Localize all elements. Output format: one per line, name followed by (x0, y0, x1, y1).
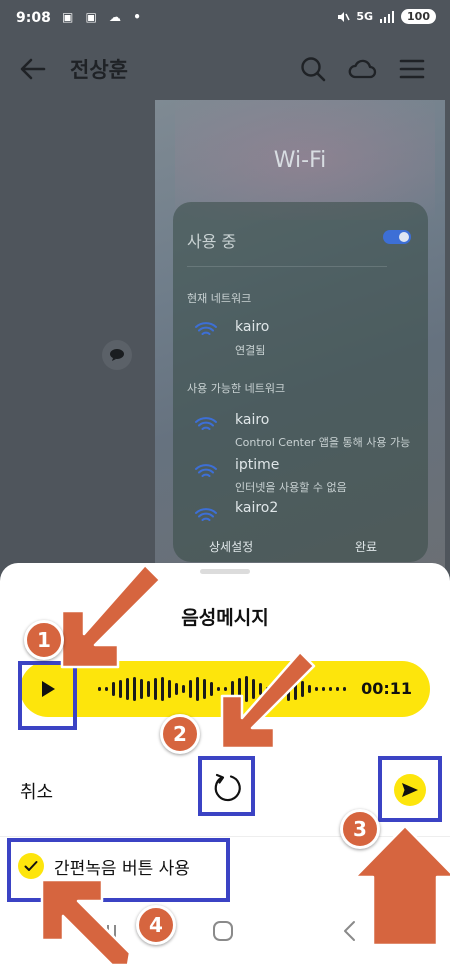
annotation-arrows (40, 563, 450, 965)
arrow-4 (40, 878, 132, 965)
annotation-badge: 1 (24, 620, 64, 660)
annotation-badge: 4 (136, 905, 176, 945)
annotation-badge: 3 (340, 809, 380, 849)
arrow-2 (220, 650, 316, 750)
arrow-1 (60, 563, 162, 669)
annotation-badge: 2 (160, 714, 200, 754)
